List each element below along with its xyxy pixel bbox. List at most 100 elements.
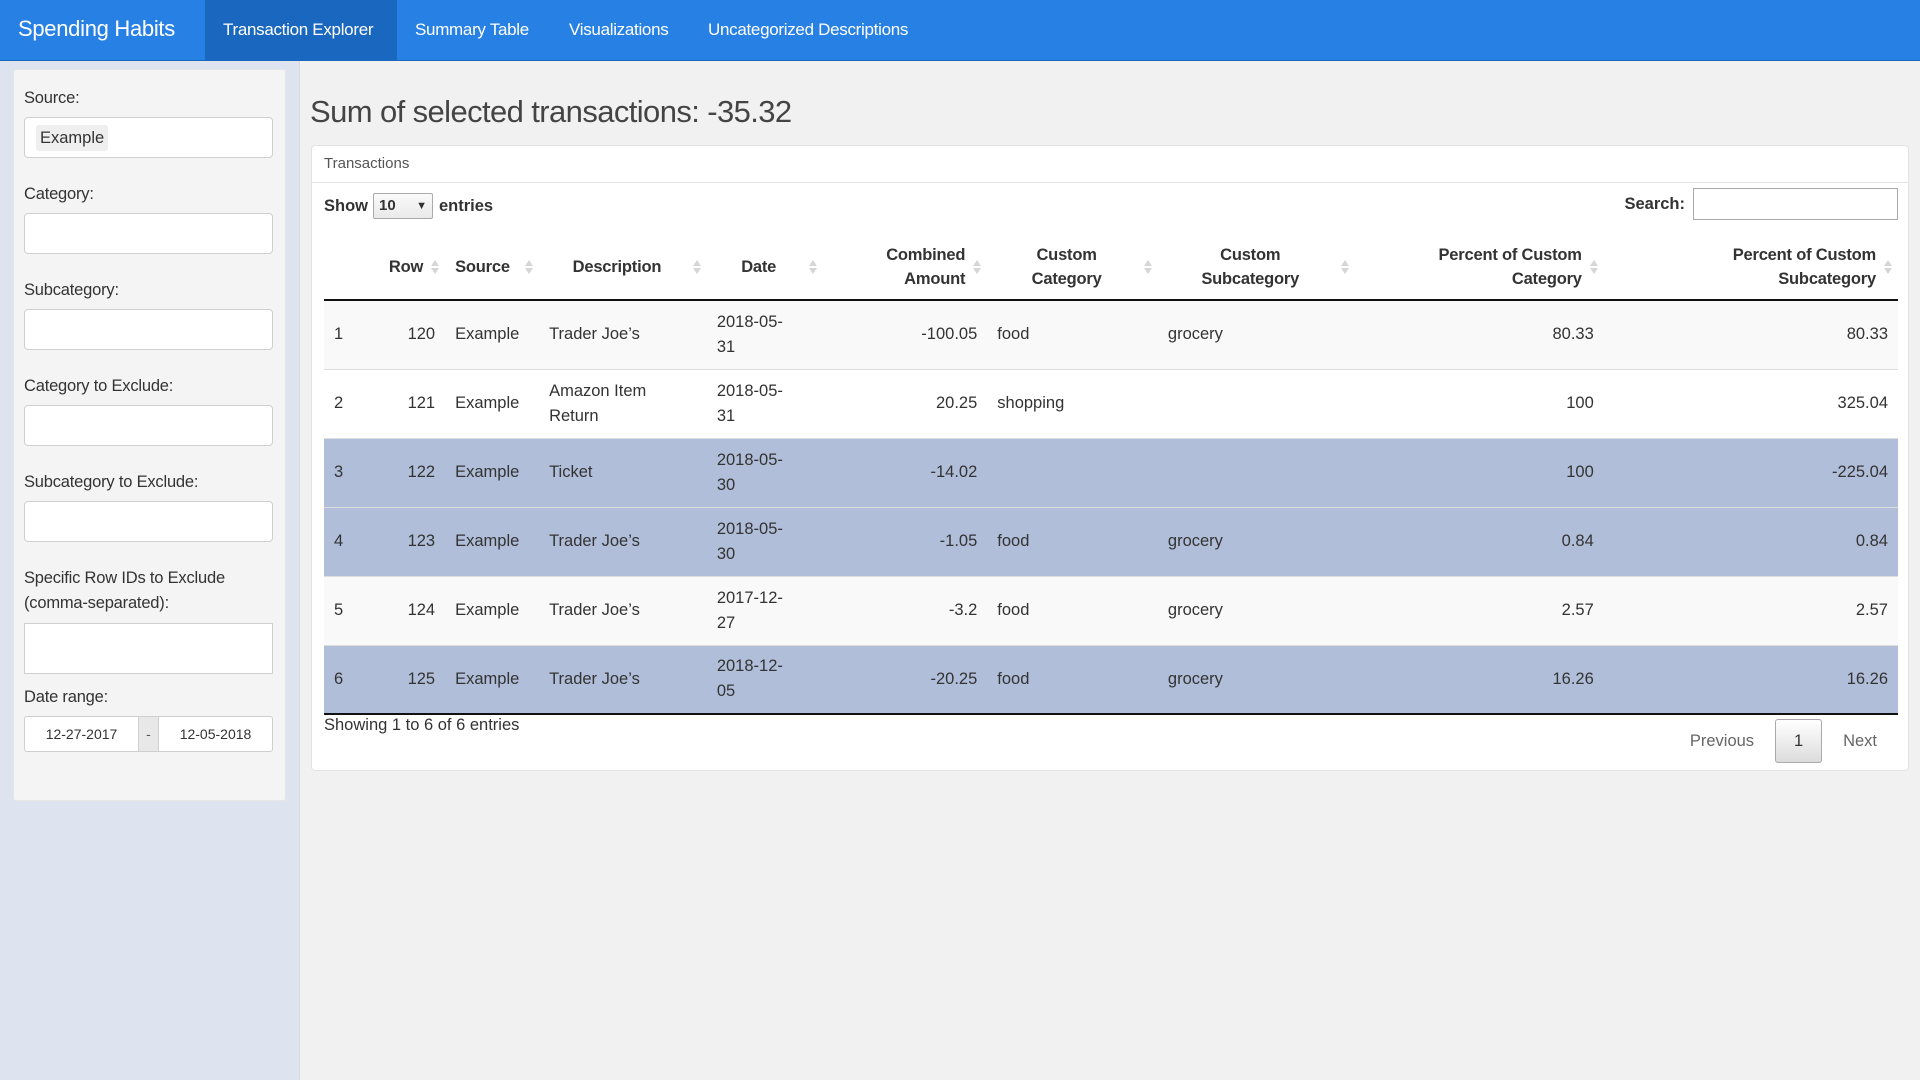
cell-custom-category: food — [987, 300, 1158, 369]
cell-custom-category: food — [987, 575, 1158, 645]
col-header-percent-category[interactable]: Percent of Custom Category — [1354, 235, 1604, 301]
table-row[interactable]: 4 123 Example Trader Joe’s 2018-05- 30 -1.05 fo… — [324, 506, 1898, 576]
cell-pct-subcategory: 0.84 — [1603, 506, 1898, 576]
tab-visualizations[interactable]: Visualizations — [551, 0, 686, 60]
cell-amount: -14.02 — [822, 437, 988, 507]
cell-date: 2018-05- 31 — [706, 300, 823, 369]
page-1-button[interactable]: 1 — [1775, 719, 1823, 763]
tab-summary-table[interactable]: Summary Table — [397, 0, 547, 60]
table-row[interactable]: 3 122 Example Ticket 2018-05- 30 -14.02 100 -225… — [324, 437, 1898, 507]
cell-amount: -1.05 — [822, 506, 988, 576]
cell-date: 2018-05- 30 — [706, 437, 823, 507]
subcategory-select[interactable] — [24, 309, 273, 350]
app-brand[interactable]: Spending Habits — [18, 0, 175, 60]
col-header-combined-amount[interactable]: Combined Amount — [822, 235, 988, 301]
col-header-description[interactable]: Description — [539, 235, 707, 301]
table-row[interactable]: 6 125 Example Trader Joe’s 2018-12- 05 -20.25 f… — [324, 644, 1898, 715]
cell-custom-subcategory — [1157, 368, 1355, 438]
cell-description: Trader Joe’s — [539, 575, 707, 645]
cell-description: Trader Joe’s — [539, 506, 707, 576]
col-header-custom-category[interactable]: Custom Category — [987, 235, 1158, 301]
cell-date: 2018-05- 30 — [706, 506, 823, 576]
cell-pct-category: 100 — [1354, 437, 1604, 507]
category-exclude-label: Category to Exclude: — [24, 377, 174, 395]
tab-uncategorized-descriptions[interactable]: Uncategorized Descriptions — [690, 0, 926, 60]
sort-icon[interactable] — [1340, 259, 1349, 275]
col-header-percent-subcategory[interactable]: Percent of Custom Subcategory — [1603, 235, 1898, 301]
table-row[interactable]: 5 124 Example Trader Joe’s 2017-12- 27 -3.2 foo… — [324, 575, 1898, 645]
table-row[interactable]: 1 120 Example Trader Joe’s 2018-05- 31 -100.05… — [324, 300, 1898, 369]
box-title: Transactions — [312, 146, 1908, 183]
source-chip[interactable]: Example — [36, 125, 109, 151]
cell-idx: 6 — [324, 644, 379, 715]
search-control: Search: — [1624, 188, 1898, 220]
search-label: Search: — [1624, 194, 1685, 213]
col-header-date-label: Date — [741, 258, 777, 276]
sort-icon[interactable] — [692, 259, 701, 275]
row-ids-exclude-input[interactable] — [24, 623, 273, 674]
table-row[interactable]: 2 121 Example Amazon Item Return 2018-05- 31 2… — [324, 368, 1898, 438]
cell-custom-category: food — [987, 644, 1158, 715]
source-label: Source: — [24, 89, 80, 107]
cell-pct-category: 80.33 — [1354, 300, 1604, 369]
category-exclude-select[interactable] — [24, 405, 273, 446]
col-header-row[interactable]: Row — [378, 235, 446, 301]
col-header-custom-category-line1: Custom — [1036, 246, 1097, 264]
cell-custom-subcategory: grocery — [1157, 300, 1355, 369]
date-part-2: 27 — [716, 613, 736, 632]
date-start-input[interactable]: 12-27-2017 — [25, 717, 138, 751]
sort-icon[interactable] — [525, 259, 534, 275]
entries-label: entries — [439, 197, 494, 215]
col-header-amount-line2: Amount — [904, 270, 966, 288]
date-part-1: 2018-05- — [716, 519, 783, 538]
col-header-custom-category-line2: Category — [1031, 270, 1102, 288]
sort-icon[interactable] — [973, 259, 982, 275]
sort-icon[interactable] — [1143, 259, 1152, 275]
entries-length-select[interactable]: 10 ▼ — [373, 193, 433, 219]
entries-length-control: Show 10 ▼ entries — [324, 192, 493, 220]
pagination: Previous 1 Next — [1673, 719, 1894, 763]
date-part-1: 2018-05- — [716, 312, 783, 331]
col-header-custom-subcategory[interactable]: Custom Subcategory — [1157, 235, 1355, 301]
cell-row: 123 — [378, 506, 446, 576]
cell-pct-category: 0.84 — [1354, 506, 1604, 576]
cell-source: Example — [445, 506, 540, 576]
sort-icon[interactable] — [431, 259, 440, 275]
cell-description: Amazon Item Return — [539, 368, 707, 438]
cell-date: 2018-05- 31 — [706, 368, 823, 438]
cell-custom-category: food — [987, 506, 1158, 576]
cell-row: 125 — [378, 644, 446, 715]
search-input[interactable] — [1693, 188, 1898, 220]
col-header-source[interactable]: Source — [445, 235, 540, 301]
cell-source: Example — [445, 368, 540, 438]
date-part-1: 2017-12- — [716, 588, 783, 607]
tab-transaction-explorer[interactable]: Transaction Explorer — [205, 0, 397, 60]
cell-idx: 3 — [324, 437, 379, 507]
previous-page-button[interactable]: Previous — [1673, 719, 1771, 763]
col-header-date[interactable]: Date — [706, 235, 823, 301]
row-ids-exclude-label: Specific Row IDs to Exclude (comma-separ… — [24, 566, 225, 616]
show-label: Show — [324, 197, 368, 215]
cell-source: Example — [445, 575, 540, 645]
col-header-custom-subcategory-line1: Custom — [1220, 246, 1281, 264]
sort-icon[interactable] — [808, 259, 817, 275]
date-end-input[interactable]: 12-05-2018 — [159, 717, 272, 751]
category-label: Category: — [24, 185, 94, 203]
entries-length-value: 10 — [379, 197, 396, 214]
sort-icon[interactable] — [1884, 259, 1892, 275]
cell-custom-subcategory: grocery — [1157, 575, 1355, 645]
cell-custom-subcategory — [1157, 437, 1355, 507]
sort-icon[interactable] — [1589, 259, 1598, 275]
col-header-custom-subcategory-line2: Subcategory — [1201, 270, 1300, 288]
subcategory-exclude-select[interactable] — [24, 501, 273, 542]
category-select[interactable] — [24, 213, 273, 254]
cell-row: 124 — [378, 575, 446, 645]
sidebar: Source: Example Category: Subcategory: C… — [0, 61, 300, 1080]
cell-amount: -3.2 — [822, 575, 988, 645]
cell-pct-subcategory: 16.26 — [1603, 644, 1898, 715]
next-page-button[interactable]: Next — [1826, 719, 1894, 763]
date-part-2: 05 — [716, 682, 736, 701]
cell-source: Example — [445, 437, 540, 507]
cell-custom-category: shopping — [987, 368, 1158, 438]
source-select[interactable]: Example — [24, 117, 273, 158]
